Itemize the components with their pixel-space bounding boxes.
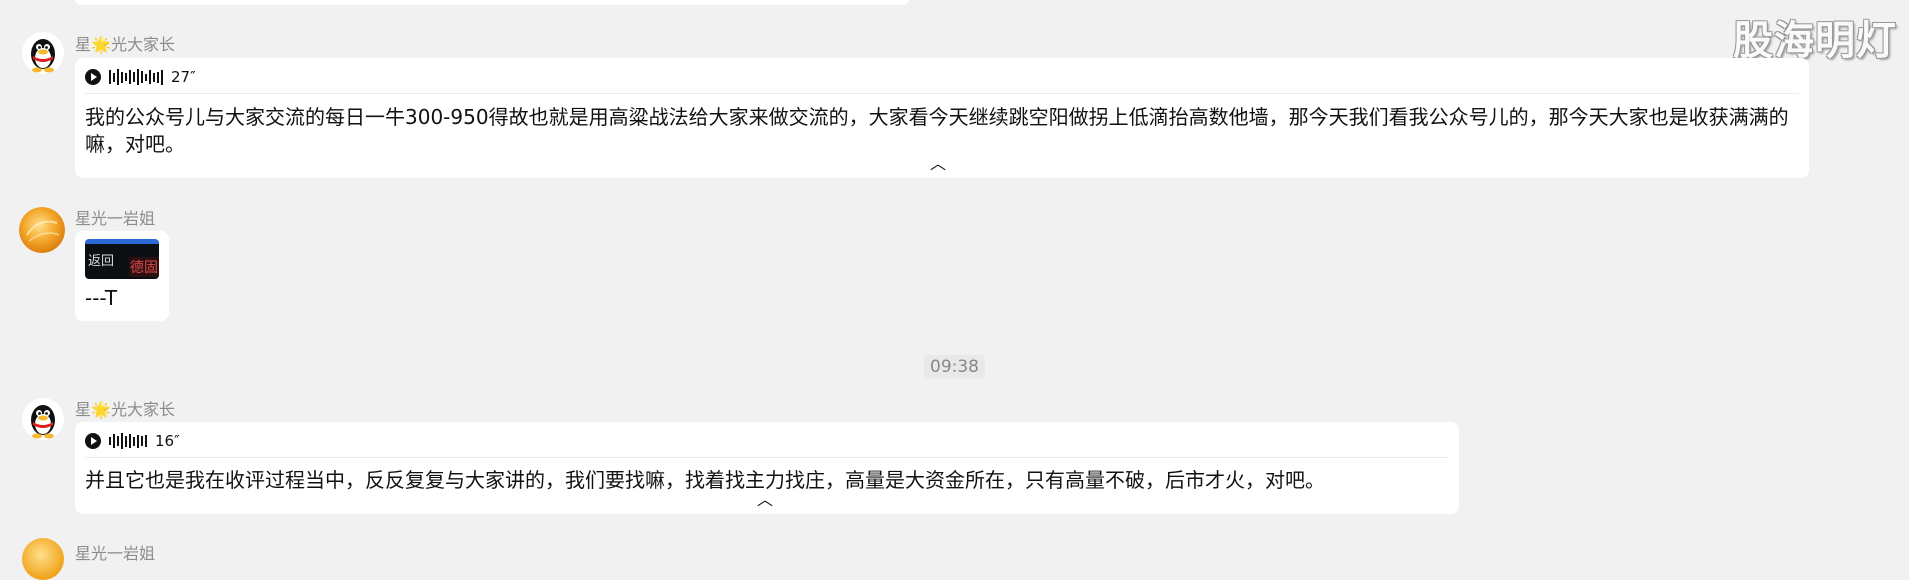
waveform-icon — [109, 433, 147, 449]
divider — [85, 93, 1799, 94]
voice-player[interactable]: 16″ — [85, 430, 180, 452]
divider — [85, 457, 1449, 458]
orange-avatar[interactable] — [22, 538, 64, 580]
orange-avatar[interactable] — [19, 207, 65, 253]
sender-name: 星🌟光大家长 — [75, 35, 175, 54]
penguin-avatar[interactable] — [22, 398, 64, 440]
sender-name: 星光一岩姐 — [75, 544, 156, 563]
penguin-avatar[interactable] — [22, 32, 64, 74]
voice-message-bubble[interactable]: 16″ 并且它也是我在收评过程当中，反反复复与大家讲的，我们要找嘛，找着找主力找… — [75, 422, 1459, 514]
play-icon[interactable] — [85, 433, 101, 449]
waveform-icon — [109, 69, 163, 85]
message-text: ---T — [85, 286, 118, 310]
voice-duration: 16″ — [155, 432, 180, 450]
image-thumbnail[interactable]: 返回 德固 — [85, 239, 159, 279]
star-icon: 🌟 — [91, 400, 111, 419]
play-icon[interactable] — [85, 69, 101, 85]
timestamp: 09:38 — [0, 355, 1909, 379]
voice-duration: 27″ — [171, 68, 196, 86]
sender-name: 星光一岩姐 — [75, 209, 156, 228]
chevron-up-icon[interactable]: ︿ — [930, 156, 946, 172]
voice-message-bubble[interactable]: 27″ 我的公众号儿与大家交流的每日一牛300-950得故也就是用高粱战法给大家… — [75, 58, 1809, 178]
star-icon: 🌟 — [91, 35, 111, 54]
chevron-up-icon[interactable]: ︿ — [757, 492, 773, 508]
transcript-text: 我的公众号儿与大家交流的每日一牛300-950得故也就是用高粱战法给大家来做交流… — [85, 105, 1789, 156]
sender-name: 星🌟光大家长 — [75, 400, 175, 419]
voice-player[interactable]: 27″ — [85, 66, 196, 88]
previous-message-bubble — [75, 0, 909, 5]
image-message-bubble[interactable]: 返回 德固 ---T — [75, 231, 169, 321]
